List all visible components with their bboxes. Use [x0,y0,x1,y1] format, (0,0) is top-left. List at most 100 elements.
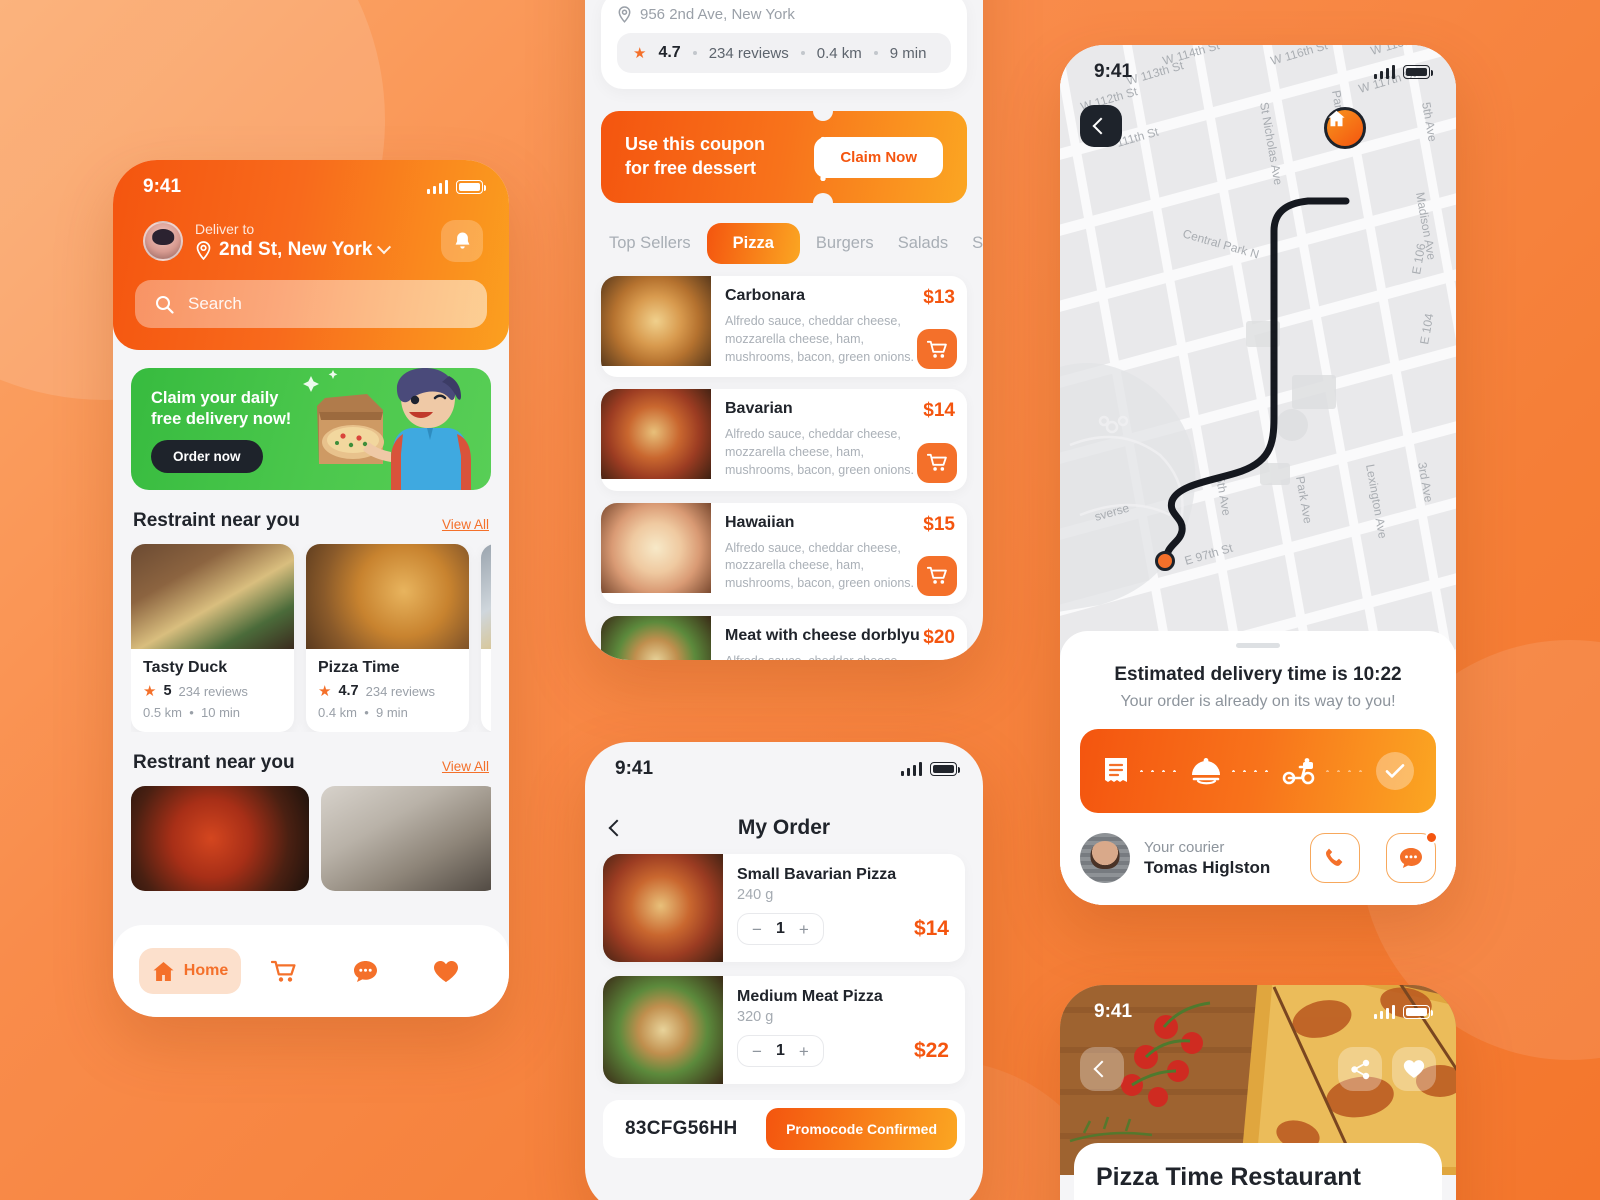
stats-rating: 4.7 [658,44,681,61]
address-selector[interactable]: 2nd St, New York [195,239,429,261]
restaurant-card[interactable]: Tal ★ 4 0.4 [481,544,491,732]
order-item-body: Small Bavarian Pizza 240 g − 1 + $14 [723,854,965,962]
section-header-1: Restraint near you View All [133,510,489,532]
home-content: Claim your daily free delivery now! Orde… [113,368,509,891]
quantity-stepper[interactable]: − 1 + [737,913,824,945]
dish-name: Carbonara [725,287,806,304]
tab-cart[interactable] [247,960,322,983]
phone-menu-screen: 956 2nd Ave, New York ★ 4.7 234 reviews … [585,0,983,660]
promocode-status-badge: Promocode Confirmed [766,1108,957,1150]
battery-icon [1403,65,1433,79]
deliver-text: Deliver to 2nd St, New York [195,221,429,261]
dish-row[interactable]: Carbonara $13 Alfredo sauce, cheddar che… [601,276,967,378]
rating-value: 4.7 [338,683,359,699]
promocode-value[interactable]: 83CFG56HH [625,1118,738,1140]
avatar[interactable] [143,221,183,261]
search-input[interactable]: Search [135,280,487,328]
distance: 0.5 km [143,705,183,720]
restaurant-meta: 0.5 km • 10 min [143,705,241,720]
category-burgers[interactable]: Burgers [808,224,882,263]
tab-home[interactable]: Home [139,948,241,994]
section-header-2: Restrant near you View All [133,752,489,774]
restaurant-photo-card[interactable] [131,786,309,891]
battery-icon [930,762,960,776]
progress-dashes [1136,770,1184,772]
message-courier-button[interactable] [1386,831,1438,883]
restaurant-rating-row: ★ 5 234 reviews [143,683,282,699]
increase-button[interactable]: + [799,1043,809,1060]
tab-chat[interactable] [328,960,403,983]
restaurant-photo-card[interactable] [321,786,491,891]
category-salads[interactable]: Salads [890,224,956,263]
promocode-row: 83CFG56HH Promocode Confirmed [603,1100,965,1158]
order-item-body: Medium Meat Pizza 320 g − 1 + $22 [723,976,965,1084]
category-top-sellers[interactable]: Top Sellers [601,224,699,263]
restaurant-card[interactable]: Pizza Time ★ 4.7 234 reviews 0.4 km • 9 … [306,544,469,732]
star-icon: ★ [633,44,647,62]
chevron-left-icon [1092,117,1110,135]
section-title: Restrant near you [133,752,295,773]
sheet-grabber[interactable] [1236,643,1280,648]
dish-price: $20 [923,626,955,648]
view-all-link[interactable]: View All [442,759,489,774]
home-icon [153,961,174,981]
order-now-button[interactable]: Order now [151,440,263,473]
search-placeholder: Search [188,294,242,313]
tab-favorites[interactable] [408,960,483,983]
chevron-left-icon [1093,1060,1111,1078]
dish-body: Meat with cheese dorblyu $20 Alfredo sau… [711,616,967,660]
delivery-time: 10 min [201,705,241,720]
courier-row: Your courier Tomas Higlston [1080,831,1438,883]
heart-icon [433,960,458,982]
coupon-banner[interactable]: Use this coupon for free dessert Claim N… [601,111,967,203]
courier-text: Your courier Tomas Higlston [1144,839,1296,878]
favorite-button[interactable] [1392,1047,1436,1091]
bell-icon [455,232,469,249]
stats-reviews: 234 reviews [708,44,789,62]
share-button[interactable] [1338,1047,1382,1091]
dish-row[interactable]: Hawaiian $15 Alfredo sauce, cheddar chee… [601,502,967,604]
category-snacks[interactable]: Snacks [964,224,983,263]
decrease-button[interactable]: − [752,921,762,938]
view-all-link[interactable]: View All [442,517,489,532]
home-header: 9:41 Deliver to 2nd St, New York Search [113,160,509,350]
star-icon: ★ [318,682,332,700]
back-button[interactable] [1080,105,1122,147]
order-item-row: Small Bavarian Pizza 240 g − 1 + $14 [603,854,965,962]
notifications-button[interactable] [441,220,483,262]
back-button[interactable] [1080,1047,1124,1091]
dish-row[interactable]: Meat with cheese dorblyu $20 Alfredo sau… [601,615,967,660]
tab-home-label: Home [183,962,229,979]
promo-banner[interactable]: Claim your daily free delivery now! Orde… [131,368,491,490]
order-item-price: $14 [913,917,949,940]
location-pin-icon [618,6,631,23]
progress-dashes [1322,770,1370,772]
dish-name: Hawaiian [725,513,795,531]
dish-row[interactable]: Bavarian $14 Alfredo sauce, cheddar chee… [601,389,967,491]
restaurant-card[interactable]: Tasty Duck ★ 5 234 reviews 0.5 km • 10 m… [131,544,294,732]
phone-home-screen: 9:41 Deliver to 2nd St, New York Search … [113,160,509,1017]
dish-price: $14 [923,400,955,422]
restaurant-info: Pizza Time ★ 4.7 234 reviews 0.4 km • 9 … [306,649,469,732]
deliver-to-row[interactable]: Deliver to 2nd St, New York [113,198,509,262]
stats-time: 9 min [889,44,927,62]
claim-now-button[interactable]: Claim Now [814,136,943,178]
increase-button[interactable]: + [799,921,809,938]
restaurant-name: Tasty Duck [143,659,228,676]
dish-body: Hawaiian $15 Alfredo sauce, cheddar chee… [711,503,967,604]
restaurant-address: 956 2nd Ave, New York [640,6,795,23]
add-to-cart-button[interactable] [917,442,957,483]
call-courier-button[interactable] [1310,833,1360,883]
add-to-cart-button[interactable] [917,329,957,370]
restaurant-rating-row: ★ 4.7 234 reviews [318,683,457,699]
order-item-price: $22 [913,1039,949,1062]
reviews-count: 234 reviews [178,683,248,699]
category-pizza[interactable]: Pizza [706,223,800,264]
quantity-stepper[interactable]: − 1 + [737,1035,824,1067]
decrease-button[interactable]: − [752,1043,762,1060]
dish-image [601,389,711,480]
dish-description: Alfredo sauce, cheddar cheese, mozzarell… [725,540,914,591]
separator-dot [873,51,878,55]
add-to-cart-button[interactable] [917,555,957,596]
dish-top: Hawaiian $15 [725,514,955,536]
